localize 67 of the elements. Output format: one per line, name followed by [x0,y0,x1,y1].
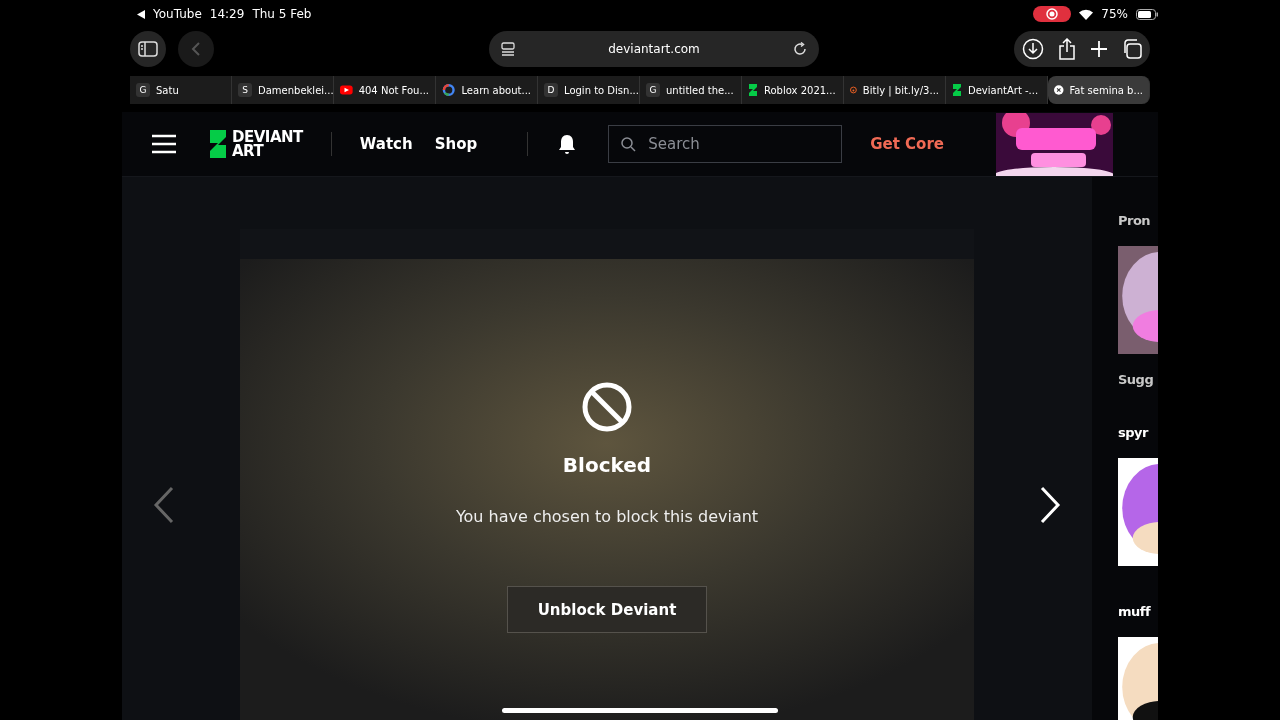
reload-icon[interactable] [793,42,807,56]
deviant-icon [952,83,962,97]
nav-link[interactable]: Watch [359,135,413,153]
tab-title: untitled the... [666,84,734,96]
tab-favicon: D [544,83,558,97]
search-field[interactable]: Search [646,134,821,154]
tab-favicon: S [238,83,252,97]
logo-mark-icon [208,129,228,159]
tab-title: Fat semina b... [1069,84,1143,96]
nav-link[interactable]: Shop [434,135,478,153]
add-tab-icon[interactable] [1090,40,1108,58]
get-core-link[interactable]: Get Core [870,135,944,153]
url-text: deviantart.com [607,42,701,56]
close-icon[interactable] [1054,83,1064,97]
blocked-icon [581,381,633,433]
tab-title: Login to Disn... [564,84,639,96]
blocked-title: Blocked [562,453,652,477]
tab-favicon: G [136,83,150,97]
tab-title: Satu [156,84,179,96]
tabs-overview-icon[interactable] [1122,39,1142,59]
wifi-icon [1079,8,1094,20]
tab-title: Learn about... [461,84,531,96]
tab-favicon: G [646,83,660,97]
browser-tab[interactable]: Fat semina b... [1048,76,1150,104]
sidebar-heading: Sugg [1118,372,1154,387]
download-icon[interactable] [1022,38,1044,60]
deviant-icon [748,83,758,97]
battery-icon [1136,8,1158,20]
artist-name[interactable]: spyr [1118,425,1148,440]
search-box[interactable]: Search [608,125,843,163]
chevron-left-icon [191,41,201,57]
tab-title: DeviantArt -... [968,84,1039,96]
back-icon[interactable] [137,9,145,19]
browser-tab[interactable]: Roblox 2021... [742,76,844,104]
google-icon [442,83,456,97]
sidebar-icon [138,41,158,57]
artist-name[interactable]: muff [1118,604,1151,619]
browser-tab[interactable]: 404 Not Fou... [334,76,436,104]
logo-text: DEVIANT [232,130,303,144]
blocked-message: You have chosen to block this deviant [455,507,759,526]
browser-tab[interactable]: S Damenbeklei... [232,76,334,104]
status-time: 14:29 [209,7,245,21]
back-app-link[interactable]: YouTube [153,7,202,21]
sidebar-heading: Pron [1118,213,1151,228]
address-bar[interactable]: deviantart.com [489,31,819,67]
tab-title: Roblox 2021... [764,84,836,96]
logo-text: ART [232,144,265,158]
share-icon[interactable] [1058,38,1076,60]
browser-tab[interactable]: DeviantArt -... [946,76,1048,104]
video-icon [340,85,353,95]
tab-title: 404 Not Fou... [358,84,429,96]
browser-tab[interactable]: D Login to Disn... [538,76,640,104]
status-date: Thu 5 Feb [252,7,312,21]
battery-percent: 75% [1101,7,1128,21]
menu-icon[interactable] [152,134,176,154]
deviantart-logo[interactable]: DEVIANT ART [208,129,303,159]
browser-tab[interactable]: Bitly | bit.ly/3... [844,76,946,104]
reader-icon [501,42,515,56]
sidebar-button[interactable] [130,31,166,67]
browser-tab[interactable]: G Satu [130,76,232,104]
browser-tab[interactable]: Learn about... [436,76,538,104]
tab-title: Bitly | bit.ly/3... [862,84,939,96]
search-icon [621,136,637,152]
browser-tab[interactable]: G untitled the... [640,76,742,104]
bitly-icon [850,83,857,97]
tab-title: Damenbeklei... [258,84,333,96]
unblock-button[interactable]: Unblock Deviant [507,586,707,633]
